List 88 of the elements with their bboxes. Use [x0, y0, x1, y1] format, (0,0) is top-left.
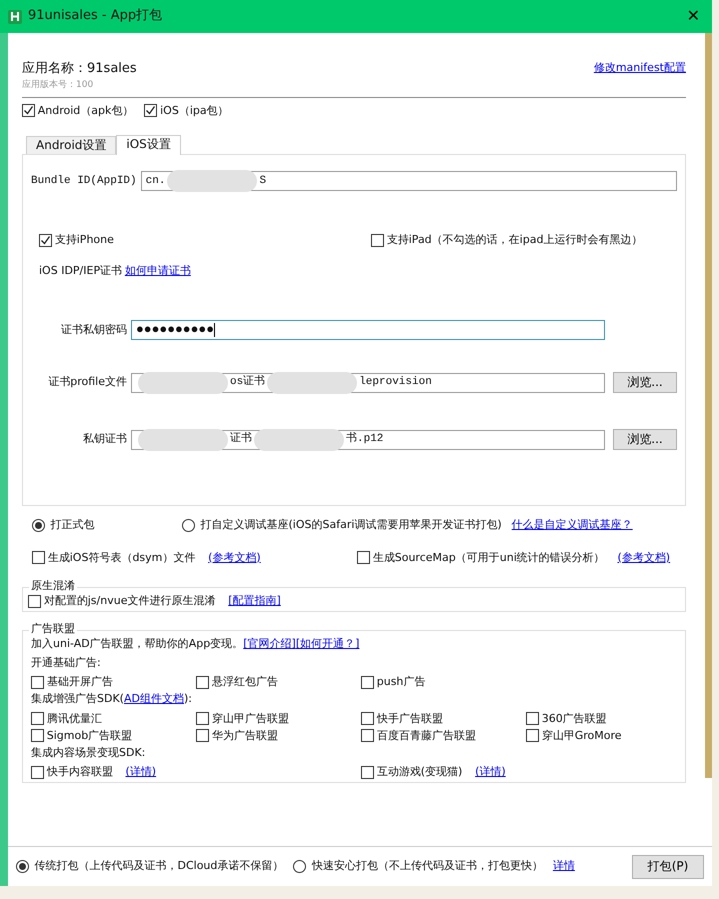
checkbox-label: 穿山甲广告联盟: [212, 712, 289, 726]
app-name: 应用名称：91sales: [22, 61, 137, 78]
checkbox-label: 穿山甲GroMore: [542, 728, 622, 744]
tab[interactable]: iOS设置: [116, 134, 181, 156]
checkbox-label: 互动游戏(变现猫): [376, 765, 462, 780]
browse-button[interactable]: 浏览...: [613, 429, 677, 450]
details-link[interactable]: (详情): [475, 765, 506, 780]
checkbox-label: 支持iPad（不勾选的话，在ipad上运行时会有黑边）: [386, 233, 642, 248]
checkbox[interactable]: [31, 766, 44, 780]
checkbox-label: 基础开屏广告: [46, 674, 113, 690]
field-label: 证书私钥密码: [60, 322, 128, 338]
checkbox[interactable]: [31, 712, 44, 726]
input-field[interactable]: os证书 leprovision: [131, 372, 605, 393]
close-button[interactable]: ✕: [682, 6, 704, 27]
section-heading: ):: [184, 692, 192, 707]
group-legend: 广告联盟: [29, 622, 77, 637]
checkbox-label: iOS（ipa包）: [160, 104, 229, 118]
help-link[interactable]: 什么是自定义调试基座？: [512, 518, 633, 533]
checkbox[interactable]: [361, 766, 374, 780]
checkbox[interactable]: [361, 676, 374, 689]
checkbox[interactable]: [196, 676, 209, 689]
checkbox[interactable]: [526, 712, 539, 726]
radio-button[interactable]: [293, 860, 306, 873]
intro-link[interactable]: [如何开通？]: [296, 637, 360, 652]
checkbox-label: push广告: [376, 674, 426, 690]
checkbox[interactable]: [28, 594, 41, 608]
scrollbar[interactable]: [705, 33, 712, 778]
checkbox-label: 对配置的js/nvue文件进行原生混淆: [44, 594, 216, 608]
details-link[interactable]: (详情): [126, 765, 156, 780]
details-link[interactable]: 详情: [552, 859, 575, 874]
guide-link[interactable]: [配置指南]: [228, 594, 281, 608]
app-logo-icon: [8, 10, 22, 24]
group-legend: 原生混淆: [29, 579, 77, 594]
radio-button[interactable]: [182, 519, 195, 532]
checkbox[interactable]: [526, 729, 539, 742]
cert-label: iOS IDP/IEP证书: [39, 264, 122, 278]
checkbox[interactable]: [371, 234, 384, 248]
input-field[interactable]: 证书 书.p12: [131, 430, 605, 450]
checkbox[interactable]: [361, 729, 374, 742]
checkbox[interactable]: [32, 551, 45, 564]
doc-link[interactable]: (参考文档): [618, 550, 670, 566]
checkbox-label: 华为广告联盟: [212, 728, 278, 744]
browse-button[interactable]: 浏览...: [613, 372, 677, 394]
field-label: 证书profile文件: [47, 375, 128, 390]
checkbox[interactable]: [31, 676, 44, 689]
checkbox[interactable]: [357, 551, 370, 564]
checkbox-label: 腾讯优量汇: [46, 712, 102, 726]
version-text: 应用版本号：100: [22, 80, 94, 92]
docs-link[interactable]: AD组件文档: [124, 692, 184, 707]
section-heading: 开通基础广告:: [31, 656, 102, 670]
input-field[interactable]: ●●●●●●●●●●: [131, 320, 605, 340]
checkbox[interactable]: [196, 712, 209, 726]
checkbox[interactable]: [361, 712, 374, 726]
checkbox-label: 悬浮红包广告: [212, 674, 278, 690]
text-cursor: [214, 323, 216, 338]
radio-label: 打自定义调试基座(iOS的Safari调试需要用苹果开发证书打包): [200, 518, 502, 533]
package-button[interactable]: 打包(P): [632, 854, 704, 878]
intro-text: 加入uni-AD广告联盟，帮助你的App变现。: [31, 637, 244, 652]
checkbox[interactable]: [196, 729, 209, 742]
checkbox-label: 生成iOS符号表（dsym）文件: [48, 550, 196, 566]
window-title: 91unisales - App打包: [28, 8, 162, 25]
checkbox-label: 快手广告联盟: [376, 712, 443, 726]
intro-link[interactable]: [官网介绍]: [243, 637, 296, 652]
checkbox-label: 生成SourceMap（可用于uni统计的错误分析）: [372, 550, 605, 566]
apply-cert-link[interactable]: 如何申请证书: [124, 264, 191, 278]
checkbox-label: 360广告联盟: [542, 712, 607, 726]
field-label: 私钥证书: [82, 432, 128, 447]
checkbox-label: Android（apk包）: [38, 104, 134, 118]
checkbox[interactable]: [22, 104, 35, 118]
radio-label: 传统打包（上传代码及证书，DCloud承诺不保留）: [34, 859, 284, 874]
checkbox-label: 快手内容联盟: [46, 765, 113, 780]
checkbox[interactable]: [31, 729, 44, 742]
radio-label: 打正式包: [50, 518, 94, 533]
radio-button[interactable]: [16, 860, 29, 873]
input-field[interactable]: cn. S: [140, 171, 677, 192]
radio-button[interactable]: [32, 519, 45, 532]
tab[interactable]: Android设置: [26, 136, 116, 154]
field-label: Bundle ID(AppID): [31, 174, 138, 189]
section-heading: 集成增强广告SDK(: [31, 692, 124, 707]
doc-link[interactable]: (参考文档): [208, 550, 261, 566]
checkbox-label: 百度百青藤广告联盟: [376, 728, 476, 744]
checkbox[interactable]: [144, 104, 158, 118]
manifest-link[interactable]: 修改manifest配置: [594, 61, 686, 76]
checkbox[interactable]: [39, 234, 52, 248]
radio-label: 快速安心打包（不上传代码及证书，打包更快）: [312, 859, 543, 874]
section-heading: 集成内容场景变现SDK:: [31, 746, 146, 760]
checkbox-label: 支持iPhone: [54, 233, 114, 248]
checkbox-label: Sigmob广告联盟: [46, 728, 132, 744]
